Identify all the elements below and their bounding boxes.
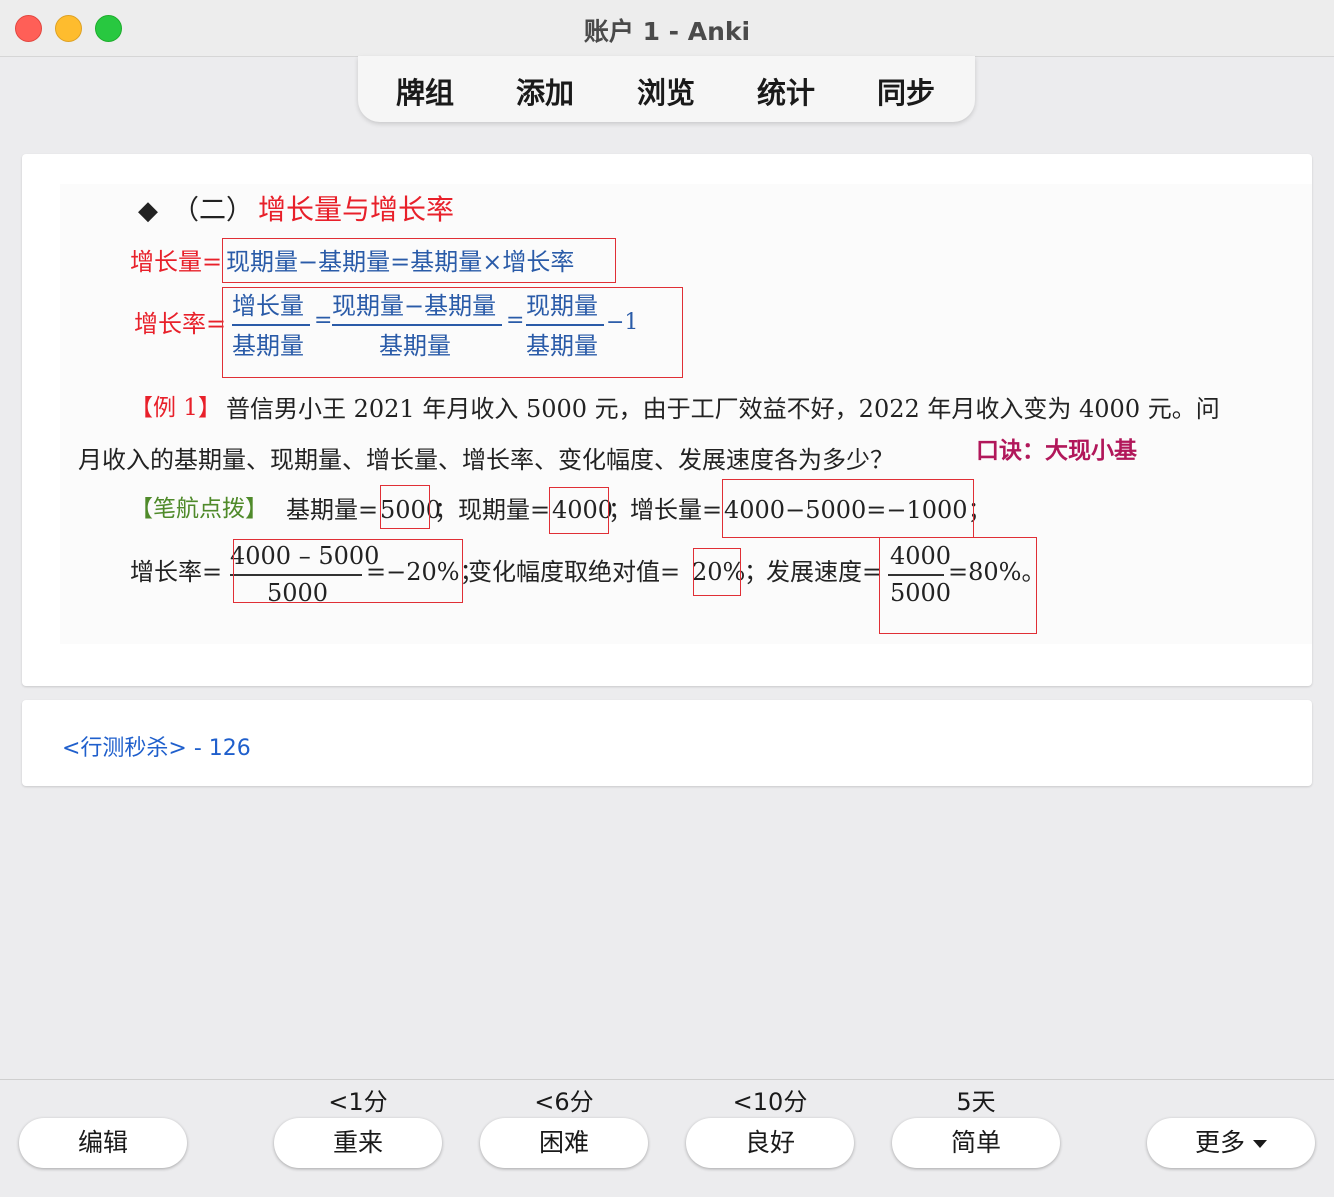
more-label: 更多 [1194,1128,1245,1157]
easy-button[interactable]: 简单 [892,1118,1060,1168]
section-title: 增长量与增长率 [258,193,455,226]
stats-button[interactable]: 统计 [757,70,815,112]
easy-interval: 5天 [956,1088,996,1116]
good-interval: <10分 [732,1088,808,1116]
growth-amount-label: 增长量= [130,248,223,276]
example-question-line1: 普信男小王 2021 年月收入 5000 元，由于工厂效益不好，2022 年月收… [226,395,1220,423]
example-question-line2: 月收入的基期量、现期量、增长量、增长率、变化幅度、发展速度各为多少？ [78,446,894,474]
again-button[interactable]: 重来 [274,1118,442,1168]
main-toolbar: 牌组 添加 浏览 统计 同步 [358,56,975,122]
sync-button[interactable]: 同步 [877,70,935,112]
browse-button[interactable]: 浏览 [637,70,695,112]
growth-amount-label-2: 增长量= [630,496,723,524]
solution-tag: 【笔航点拨】 [130,496,268,522]
base-period-label: 基期量= [286,496,379,524]
highlight-box [879,537,1037,634]
mnemonic-text: 口诀：大现小基 [976,437,1137,464]
edit-button[interactable]: 编辑 [19,1118,187,1168]
growth-rate-label-2: 增长率= [130,558,223,586]
good-button[interactable]: 良好 [686,1118,854,1168]
card-content: ◆ （二） 增长量与增长率 增长量= 现期量−基期量=基期量×增长率 增长率= … [22,154,1312,686]
section-number: （二） [172,195,253,226]
separator: ； [608,496,632,524]
title-bar: 账户 1 - Anki [0,0,1334,57]
current-period-label: 现期量= [458,496,551,524]
growth-rate-label: 增长率= [134,310,227,338]
hard-interval: <6分 [534,1088,594,1116]
again-interval: <1分 [328,1088,388,1116]
example-tag: 【例 1】 [130,395,221,421]
hard-button[interactable]: 困难 [480,1118,648,1168]
diamond-bullet-icon: ◆ [138,196,158,226]
answer-bar [0,1079,1334,1197]
highlight-box [222,287,683,378]
card-image: ◆ （二） 增长量与增长率 增长量= 现期量−基期量=基期量×增长率 增长率= … [60,184,1312,644]
speed-label: 发展速度= [766,558,883,586]
separator: ； [744,558,768,586]
more-button[interactable]: 更多 [1147,1118,1315,1168]
highlight-box [380,485,430,529]
add-button[interactable]: 添加 [516,70,574,112]
highlight-box [722,479,974,538]
caret-down-icon [1253,1140,1267,1148]
decks-button[interactable]: 牌组 [396,70,454,112]
highlight-box [549,487,609,534]
highlight-box [233,539,463,603]
separator: ； [434,496,458,524]
highlight-box [693,548,741,596]
amplitude-label: 变化幅度取绝对值= [468,558,681,586]
highlight-box [222,238,616,283]
card-source: <行测秒杀> - 126 [22,700,1312,786]
source-tag-link[interactable]: <行测秒杀> - 126 [62,730,251,762]
window-title: 账户 1 - Anki [583,17,751,46]
